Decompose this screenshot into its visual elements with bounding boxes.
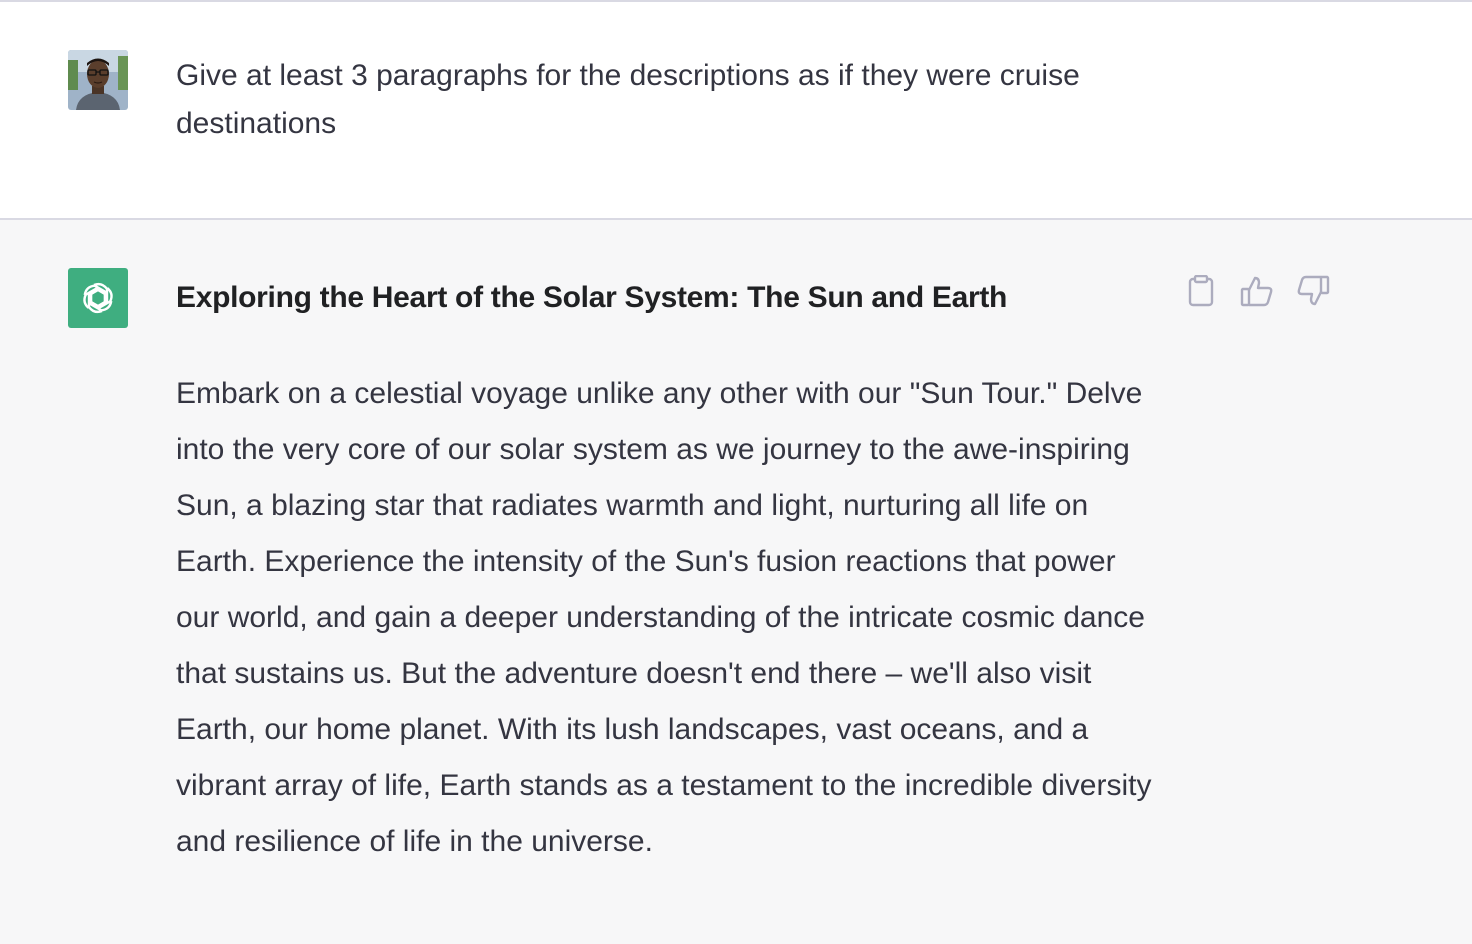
user-message-text: Give at least 3 paragraphs for the descr…: [176, 59, 1080, 140]
message-actions: [1184, 274, 1330, 308]
thumbs-down-icon: [1297, 275, 1330, 306]
chat-page: Give at least 3 paragraphs for the descr…: [0, 0, 1472, 944]
openai-logo-icon: [68, 268, 128, 328]
assistant-message-row: Exploring the Heart of the Solar System:…: [0, 220, 1472, 944]
copy-button[interactable]: [1184, 274, 1218, 308]
response-paragraph: Embark on a celestial voyage unlike any …: [176, 377, 1152, 858]
user-message-row: Give at least 3 paragraphs for the descr…: [0, 2, 1472, 218]
response-title: Exploring the Heart of the Solar System:…: [176, 281, 1008, 314]
clipboard-icon: [1188, 275, 1214, 307]
thumbs-up-icon: [1240, 276, 1273, 307]
thumbs-down-button[interactable]: [1296, 274, 1330, 308]
thumbs-up-button[interactable]: [1240, 274, 1274, 308]
user-avatar: [68, 50, 128, 110]
